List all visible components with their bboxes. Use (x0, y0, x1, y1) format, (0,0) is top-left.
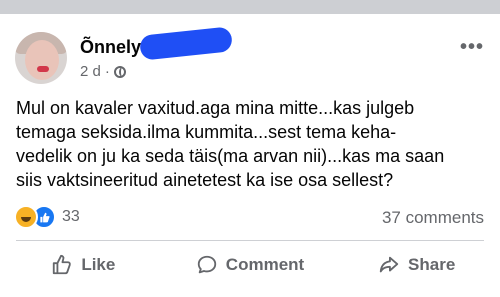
actions-divider (16, 240, 484, 241)
like-label: Like (81, 255, 116, 274)
comment-bubble-icon (197, 255, 216, 274)
reactions-summary[interactable]: 33 (14, 205, 80, 229)
action-bar: Like Comment Share (0, 254, 500, 276)
comments-count-link[interactable]: 37 comments (382, 208, 484, 228)
more-options-button[interactable]: ••• (460, 36, 484, 59)
post-time[interactable]: 2 d (80, 63, 101, 80)
reactions-count: 33 (62, 208, 80, 225)
haha-reaction-icon (14, 205, 38, 229)
avatar[interactable] (15, 32, 67, 84)
post-text: Mul on kavaler vaxitud.aga mina mitte...… (16, 98, 445, 190)
redaction-scribble (138, 26, 234, 61)
comment-button[interactable]: Comment (167, 254, 334, 276)
like-button[interactable]: Like (0, 254, 167, 276)
thumbs-up-icon (53, 254, 72, 275)
meta-separator: · (104, 63, 110, 80)
share-button[interactable]: Share (333, 254, 500, 276)
top-separator-bar (0, 0, 500, 14)
post-meta: 2 d · (80, 63, 126, 80)
author-name[interactable]: Õnnely (80, 37, 141, 58)
share-label: Share (408, 255, 456, 274)
share-arrow-icon (379, 256, 399, 273)
comment-label: Comment (225, 255, 305, 274)
globe-icon (113, 65, 126, 78)
post-card: Õnnely 2 d · ••• Mul on kavaler vaxitud.… (0, 14, 500, 297)
